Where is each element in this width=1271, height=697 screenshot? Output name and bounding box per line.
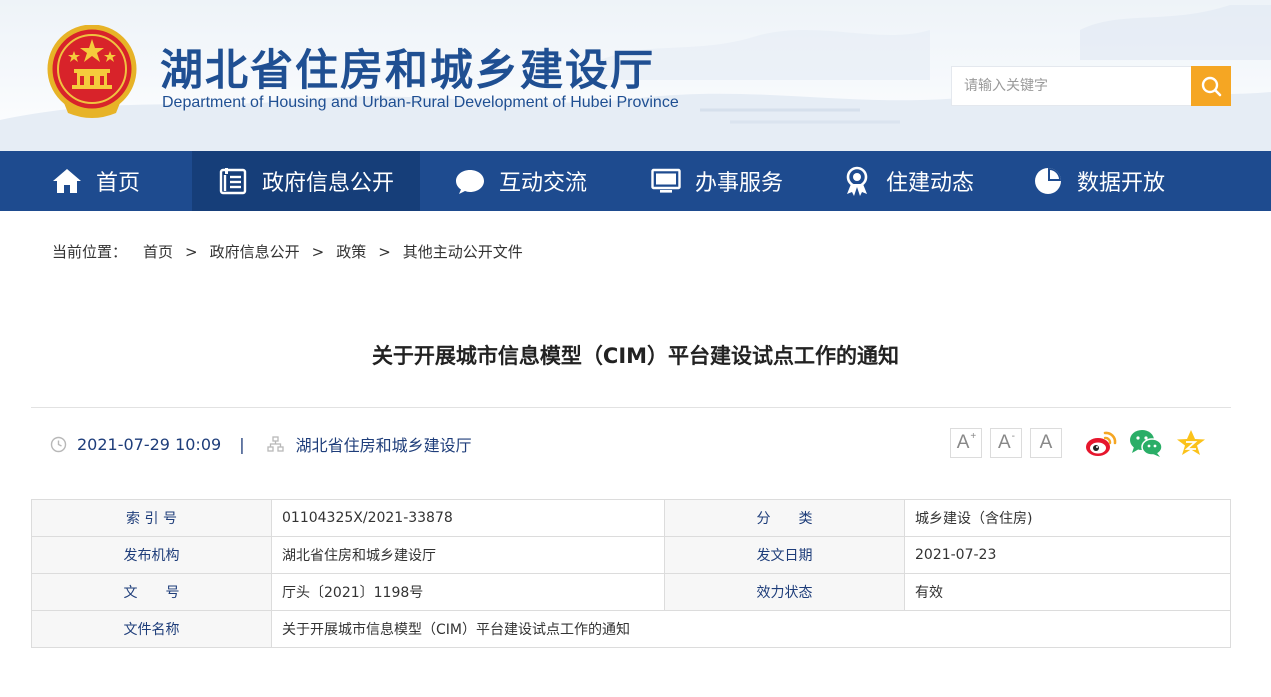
validity-key: 效力状态 [664,573,905,611]
font-larger-button[interactable]: A + [950,428,982,458]
font-smaller-button[interactable]: A- [990,428,1022,458]
article-meta: 2021-07-29 10:09 | 湖北省住房和城乡建设厅 [50,432,472,456]
site-title: 湖北省住房和城乡建设厅 [160,46,655,96]
nav-item-open-data[interactable]: 数据开放 [1004,151,1194,211]
breadcrumb-label: 当前位置： [52,243,128,261]
document-info-table: 索 引 号 01104325X/2021-33878 分 类 城乡建设（含住房)… [31,499,1231,648]
nav-item-gov-info[interactable]: 政府信息公开 [192,151,420,211]
index-number-key: 索 引 号 [31,499,272,537]
nav-item-home[interactable]: 首页 [0,151,192,211]
search-input[interactable] [951,66,1191,106]
document-list-icon [218,166,248,196]
site-header: 湖北省住房和城乡建设厅 Department of Housing and Ur… [0,0,1271,151]
breadcrumb-separator: > [185,242,198,261]
nav-item-label: 住建动态 [885,171,974,196]
validity-value: 有效 [904,573,1231,611]
document-number-value: 厅头〔2021〕1198号 [271,573,665,611]
organization-icon [266,435,284,453]
table-row: 文件名称 关于开展城市信息模型（CIM）平台建设试点工作的通知 [31,610,1231,648]
search-icon [1201,76,1222,97]
breadcrumb-other-files[interactable]: 其他主动公开文件 [403,241,523,262]
nav-item-label: 互动交流 [498,171,587,196]
breadcrumb-separator: > [378,242,391,261]
category-key: 分 类 [664,499,905,537]
share-buttons [1084,426,1219,460]
document-number-key: 文 号 [31,573,272,611]
font-smaller-sup: - [1011,430,1016,442]
nav-item-label: 数据开放 [1076,171,1165,196]
table-row: 发布机构 湖北省住房和城乡建设厅 发文日期 2021-07-23 [31,536,1231,574]
font-larger-sup: + [970,430,977,442]
index-number-value: 01104325X/2021-33878 [271,499,665,537]
monitor-icon [651,166,681,196]
breadcrumb-separator: > [311,242,325,261]
chat-bubble-icon [455,166,485,196]
font-default-label: A [1039,432,1053,453]
breadcrumb-gov-info[interactable]: 政府信息公开 [210,241,300,262]
main-nav: 首页 政府信息公开 互动交流 办事服务 住建动态 数据开放 [0,151,1271,211]
nav-item-services[interactable]: 办事服务 [622,151,812,211]
nav-item-label: 办事服务 [694,171,783,196]
weibo-icon[interactable] [1084,426,1118,460]
document-name-value: 关于开展城市信息模型（CIM）平台建设试点工作的通知 [271,610,1231,648]
nav-item-interaction[interactable]: 互动交流 [420,151,622,211]
font-smaller-label: A [997,432,1011,453]
document-name-key: 文件名称 [31,610,272,648]
qzone-icon[interactable] [1174,426,1208,460]
table-row: 索 引 号 01104325X/2021-33878 分 类 城乡建设（含住房) [31,499,1231,537]
breadcrumb-policy[interactable]: 政策 [336,241,366,262]
title-divider [31,407,1231,408]
font-size-controls: A + A- A [950,428,1070,458]
font-default-button[interactable]: A [1030,428,1062,458]
wechat-icon[interactable] [1129,426,1163,460]
nav-item-news[interactable]: 住建动态 [812,151,1004,211]
category-value: 城乡建设（含住房) [904,499,1231,537]
breadcrumb: 当前位置： 首页 > 政府信息公开 > 政策 > 其他主动公开文件 [52,241,523,262]
search-box [951,66,1231,106]
pie-chart-icon [1033,166,1063,196]
issue-date-key: 发文日期 [664,536,905,574]
article-datetime: 2021-07-29 10:09 [77,434,222,454]
national-emblem-icon [47,25,137,118]
issue-date-value: 2021-07-23 [904,536,1231,574]
publisher-key: 发布机构 [31,536,272,574]
award-icon [842,166,872,196]
home-icon [52,166,82,196]
clock-icon [50,436,67,453]
nav-item-label: 首页 [95,171,140,196]
search-button[interactable] [1191,66,1231,106]
publisher-value: 湖北省住房和城乡建设厅 [271,536,665,574]
breadcrumb-home[interactable]: 首页 [143,241,173,262]
nav-item-label: 政府信息公开 [261,171,394,196]
article-title: 关于开展城市信息模型（CIM）平台建设试点工作的通知 [371,344,900,368]
font-larger-label: A [956,432,970,453]
meta-separator: | [239,434,245,454]
article-source: 湖北省住房和城乡建设厅 [295,436,472,455]
table-row: 文 号 厅头〔2021〕1198号 效力状态 有效 [31,573,1231,611]
site-subtitle: Department of Housing and Urban-Rural De… [162,94,679,111]
